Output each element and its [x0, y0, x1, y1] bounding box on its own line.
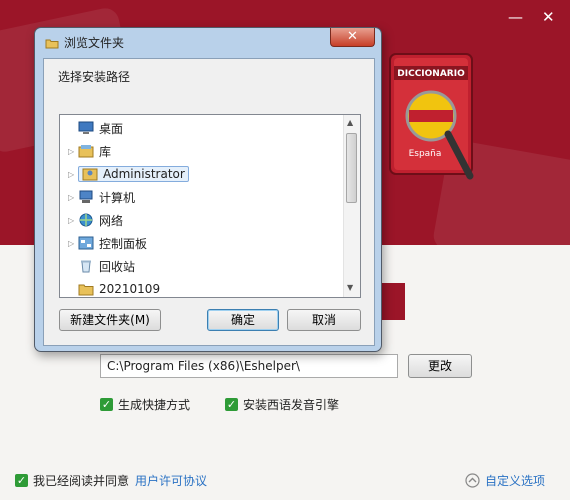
dictionary-book-icon: DICCIONARIO España — [389, 53, 474, 180]
network-icon — [79, 213, 93, 227]
check-icon: ✓ — [15, 474, 28, 487]
expand-arrow-icon[interactable]: ▷ — [68, 147, 78, 156]
install-path-input[interactable]: C:\Program Files (x86)\Eshelper\ — [100, 354, 398, 378]
check-icon: ✓ — [100, 398, 113, 411]
folder-tree[interactable]: 桌面 ▷ 库 ▷ Administrator ▷ 计算机 ▷ 网络 ▷ 控制面板… — [59, 114, 361, 298]
dialog-titlebar: 浏览文件夹 — [45, 34, 124, 51]
banner-accent — [380, 283, 405, 320]
expand-arrow-icon[interactable]: ▷ — [68, 170, 78, 179]
tree-item-network[interactable]: ▷ 网络 — [68, 210, 123, 230]
computer-icon — [79, 190, 93, 203]
tree-item-desktop[interactable]: 桌面 — [68, 118, 123, 138]
book-subtitle: España — [409, 149, 442, 159]
dialog-close-button[interactable]: ✕ — [330, 28, 375, 47]
tree-item-computer[interactable]: ▷ 计算机 — [68, 187, 135, 207]
custom-options-label: 自定义选项 — [485, 474, 546, 488]
book-title: DICCIONARIO — [397, 69, 465, 79]
pronunciation-checkbox[interactable]: ✓ 安装西语发音引擎 — [225, 396, 339, 413]
tree-item-folder[interactable]: 20210109 — [68, 279, 160, 297]
dialog-body: 选择安装路径 桌面 ▷ 库 ▷ Administrator ▷ 计算机 ▷ 网络… — [43, 58, 375, 346]
folder-icon — [78, 284, 94, 296]
close-button[interactable]: ✕ — [542, 10, 555, 25]
shortcut-checkbox[interactable]: ✓ 生成快捷方式 — [100, 396, 190, 413]
desktop-icon — [78, 121, 94, 134]
tree-item-library[interactable]: ▷ 库 — [68, 141, 111, 161]
scroll-down-icon[interactable]: ▼ — [347, 283, 353, 292]
custom-options-link[interactable]: 自定义选项 — [465, 472, 545, 489]
agree-checkbox[interactable]: ✓ 我已经阅读并同意 用户许可协议 — [15, 472, 207, 489]
scrollbar-thumb[interactable] — [346, 133, 357, 203]
scroll-up-icon[interactable]: ▲ — [347, 118, 353, 127]
cancel-button[interactable]: 取消 — [287, 309, 361, 331]
selected-highlight: Administrator — [78, 166, 189, 182]
shortcut-label: 生成快捷方式 — [118, 398, 191, 412]
agree-label: 我已经阅读并同意 — [33, 474, 130, 488]
dialog-title: 浏览文件夹 — [64, 36, 125, 50]
folder-browse-icon — [45, 39, 59, 48]
pronunciation-label: 安装西语发音引擎 — [243, 398, 340, 412]
tree-item-recycle-bin[interactable]: 回收站 — [68, 256, 135, 276]
minimize-button[interactable]: — — [508, 10, 523, 25]
tree-scrollbar[interactable]: ▲ ▼ — [343, 115, 360, 297]
new-folder-button[interactable]: 新建文件夹(M) — [59, 309, 161, 331]
license-link[interactable]: 用户许可协议 — [135, 472, 207, 489]
library-icon — [78, 145, 94, 158]
chevron-up-circle-icon — [465, 473, 480, 488]
change-path-button[interactable]: 更改 — [408, 354, 472, 378]
control-panel-icon — [78, 236, 94, 250]
tree-item-control-panel[interactable]: ▷ 控制面板 — [68, 233, 147, 253]
user-folder-icon — [82, 168, 98, 181]
dialog-prompt: 选择安装路径 — [58, 70, 131, 84]
expand-arrow-icon[interactable]: ▷ — [68, 239, 78, 248]
ok-button[interactable]: 确定 — [207, 309, 279, 331]
check-icon: ✓ — [225, 398, 238, 411]
browse-folder-dialog: 浏览文件夹 ✕ 选择安装路径 桌面 ▷ 库 ▷ Administrator ▷ … — [34, 27, 382, 352]
expand-arrow-icon[interactable]: ▷ — [68, 216, 78, 225]
tree-item-administrator[interactable]: ▷ Administrator — [68, 164, 189, 184]
recycle-bin-icon — [81, 260, 91, 273]
expand-arrow-icon[interactable]: ▷ — [68, 193, 78, 202]
